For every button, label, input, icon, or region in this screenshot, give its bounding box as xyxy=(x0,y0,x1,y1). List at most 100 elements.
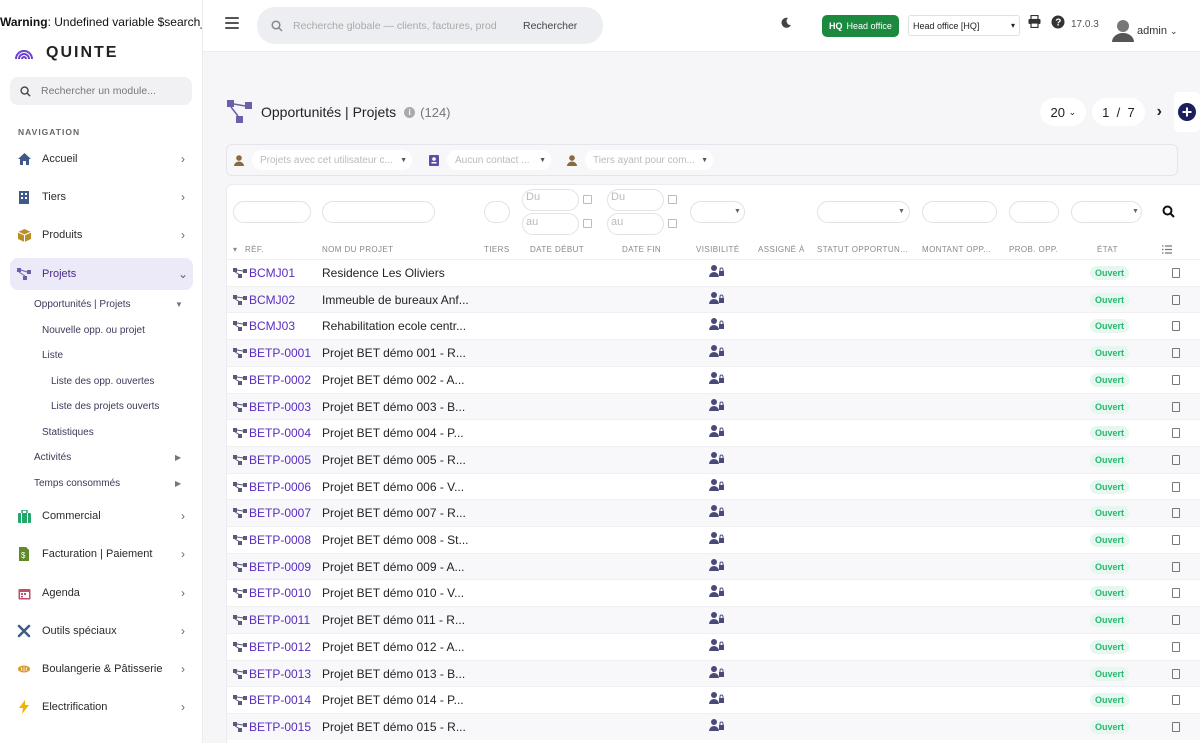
row-checkbox[interactable] xyxy=(1172,535,1180,545)
row-checkbox[interactable] xyxy=(1172,454,1180,465)
row-checkbox[interactable] xyxy=(1172,721,1180,732)
col-opp-prob[interactable]: PROB. OPP. xyxy=(1009,245,1058,254)
table-row[interactable]: BETP-0007 Projet BET démo 007 - R... Ouver… xyxy=(227,499,1200,527)
module-search-input[interactable]: Rechercher un module... xyxy=(10,77,192,105)
dark-mode-toggle-icon[interactable] xyxy=(780,17,792,32)
row-checkbox[interactable] xyxy=(1172,321,1180,332)
project-ref-link[interactable]: BETP-0009 xyxy=(233,560,311,574)
col-date-end[interactable]: DATE FIN xyxy=(622,245,661,254)
project-ref-link[interactable]: BETP-0005 xyxy=(233,453,311,467)
user-menu[interactable]: admin ⌄ xyxy=(1137,25,1178,37)
project-ref-link[interactable]: BETP-0002 xyxy=(233,373,311,387)
row-checkbox[interactable] xyxy=(1172,695,1180,706)
page-indicator[interactable]: 1 / 7 xyxy=(1092,98,1145,126)
table-row[interactable]: BETP-0006 Projet BET démo 006 - V... Ouver… xyxy=(227,472,1200,500)
row-checkbox[interactable] xyxy=(1172,481,1180,492)
menu-toggle-icon[interactable] xyxy=(225,17,239,29)
project-ref-link[interactable]: BETP-0001 xyxy=(233,346,311,360)
project-ref-link[interactable]: BCMJ02 xyxy=(233,293,295,307)
col-tiers[interactable]: TIERS xyxy=(484,245,510,254)
sidebar-item-electrification[interactable]: Electrification › xyxy=(10,691,193,723)
filter-prob-input[interactable] xyxy=(1009,201,1059,223)
table-row[interactable]: BETP-0011 Projet BET démo 011 - R... Ouver… xyxy=(227,606,1200,634)
row-checkbox[interactable] xyxy=(1172,401,1180,412)
col-assigned[interactable]: ASSIGNÉ À xyxy=(758,245,805,254)
filter-ref-input[interactable] xyxy=(233,201,311,223)
table-row[interactable]: BETP-0009 Projet BET démo 009 - A... Ouver… xyxy=(227,552,1200,580)
col-opp-status[interactable]: STATUT OPPORTUN... xyxy=(817,245,908,254)
entity-badge[interactable]: HQ Head office xyxy=(822,15,899,37)
sort-icon[interactable]: ▾ xyxy=(233,245,237,254)
col-visibility[interactable]: VISIBILITÉ xyxy=(696,245,740,254)
table-row[interactable]: BETP-0013 Projet BET démo 013 - B... Ouver… xyxy=(227,659,1200,687)
row-checkbox[interactable] xyxy=(1172,561,1180,572)
sidebar-subitem-liste[interactable]: Liste xyxy=(42,350,63,361)
col-state[interactable]: ÉTAT xyxy=(1097,245,1118,254)
project-ref-link[interactable]: BCMJ01 xyxy=(233,266,295,280)
project-ref-link[interactable]: BETP-0007 xyxy=(233,506,311,520)
app-logo[interactable]: QUINTE xyxy=(14,42,118,64)
table-row[interactable]: BCMJ03 Rehabilitation ecole centr... Ouver… xyxy=(227,312,1200,339)
table-row[interactable]: BETP-0010 Projet BET démo 010 - V... Ouver… xyxy=(227,579,1200,606)
filter-status-select[interactable] xyxy=(817,201,910,223)
table-row[interactable]: BCMJ02 Immeuble de bureaux Anf... Ouvert xyxy=(227,285,1200,313)
sidebar-item-projets[interactable]: Projets ⌄ xyxy=(10,258,193,290)
col-date-start[interactable]: DATE DÉBUT xyxy=(530,245,584,254)
row-checkbox[interactable] xyxy=(1172,428,1180,439)
info-icon[interactable]: i xyxy=(404,106,416,118)
calendar-icon[interactable] xyxy=(583,195,592,204)
sidebar-item-produits[interactable]: Produits › xyxy=(10,219,193,251)
sidebar-item-agenda[interactable]: Agenda › xyxy=(10,577,193,609)
row-checkbox[interactable] xyxy=(1172,294,1180,305)
sidebar-item-facturation[interactable]: $ Facturation | Paiement › xyxy=(10,538,193,570)
next-page-icon[interactable]: › xyxy=(1157,103,1162,121)
table-row[interactable]: BCMJ01 Residence Les Oliviers Ouvert xyxy=(227,259,1200,286)
table-row[interactable]: BETP-0012 Projet BET démo 012 - A... Ouver… xyxy=(227,632,1200,660)
project-ref-link[interactable]: BETP-0006 xyxy=(233,480,311,494)
sidebar-subitem-nouvelle[interactable]: Nouvelle opp. ou projet xyxy=(42,325,145,336)
project-ref-link[interactable]: BETP-0010 xyxy=(233,586,311,600)
project-ref-link[interactable]: BETP-0011 xyxy=(233,613,310,627)
sidebar-item-accueil[interactable]: Accueil › xyxy=(10,143,193,175)
filter-name-input[interactable] xyxy=(322,201,435,223)
table-row[interactable]: BETP-0014 Projet BET démo 014 - P... Ouver… xyxy=(227,686,1200,713)
search-icon[interactable] xyxy=(1162,205,1175,218)
sidebar-item-boulangerie[interactable]: Boulangerie & Pâtisserie › xyxy=(10,653,193,685)
add-project-button[interactable] xyxy=(1174,92,1200,132)
calendar-icon[interactable] xyxy=(668,219,677,228)
row-checkbox[interactable] xyxy=(1172,374,1180,385)
col-ref[interactable]: RÉF. xyxy=(245,245,264,254)
table-row[interactable]: BETP-0008 Projet BET démo 008 - St... Ouve… xyxy=(227,526,1200,553)
table-row[interactable]: BETP-0004 Projet BET démo 004 - P... Ouver… xyxy=(227,419,1200,446)
sidebar-item-outils[interactable]: Outils spéciaux › xyxy=(10,615,193,647)
table-row[interactable]: BETP-0003 Projet BET démo 003 - B... Ouver… xyxy=(227,392,1200,420)
user-avatar-icon[interactable] xyxy=(1112,18,1134,47)
global-search-input[interactable]: Recherche globale — clients, factures, p… xyxy=(257,7,603,44)
project-ref-link[interactable]: BETP-0008 xyxy=(233,533,311,547)
project-ref-link[interactable]: BCMJ03 xyxy=(233,319,295,333)
row-checkbox[interactable] xyxy=(1172,508,1180,519)
table-row[interactable]: BETP-0015 Projet BET démo 015 - R... Ouver… xyxy=(227,712,1200,740)
col-opp-amount[interactable]: MONTANT OPP... xyxy=(922,245,991,254)
row-checkbox[interactable] xyxy=(1172,348,1180,359)
calendar-icon[interactable] xyxy=(668,195,677,204)
table-row[interactable]: BETP-0002 Projet BET démo 002 - A... Ouver… xyxy=(227,365,1200,393)
filter-contact[interactable]: Aucun contact ... ▼ xyxy=(429,150,551,170)
entity-select[interactable]: Head office [HQ] ▾ xyxy=(908,15,1020,36)
sidebar-subitem-activites[interactable]: Activités xyxy=(34,452,71,463)
sidebar-subitem-temps[interactable]: Temps consommés xyxy=(34,478,120,489)
table-row[interactable]: BETP-0001 Projet BET démo 001 - R... Ouver… xyxy=(227,339,1200,367)
print-icon[interactable] xyxy=(1028,14,1041,33)
column-settings-icon[interactable] xyxy=(1162,245,1172,254)
project-ref-link[interactable]: BETP-0012 xyxy=(233,640,311,654)
filter-tiers[interactable]: Tiers ayant pour com... ▼ xyxy=(567,150,713,170)
col-name[interactable]: NOM DU PROJET xyxy=(322,245,393,254)
help-icon[interactable]: ? xyxy=(1051,15,1067,34)
project-ref-link[interactable]: BETP-0014 xyxy=(233,693,311,707)
per-page-select[interactable]: 20 ⌄ xyxy=(1040,98,1087,126)
table-row[interactable]: BETP-0005 Projet BET démo 005 - R... Ouver… xyxy=(227,445,1200,473)
calendar-icon[interactable] xyxy=(583,219,592,228)
project-ref-link[interactable]: BETP-0004 xyxy=(233,426,311,440)
project-ref-link[interactable]: BETP-0003 xyxy=(233,400,311,414)
row-checkbox[interactable] xyxy=(1172,641,1180,652)
